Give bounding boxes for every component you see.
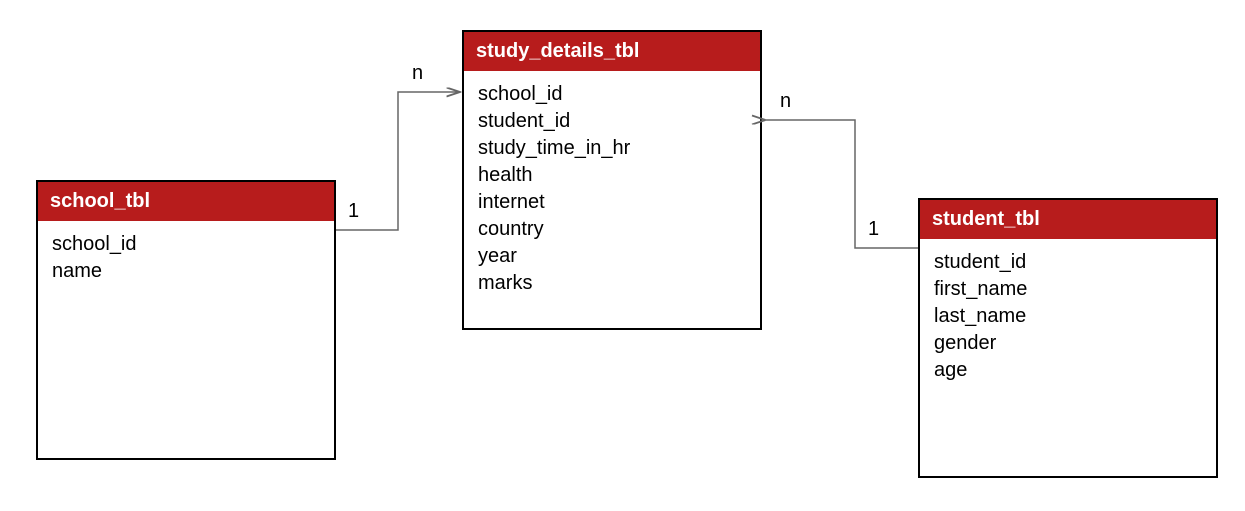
field: marks [478, 270, 746, 297]
entity-study-details-tbl: study_details_tbl school_id student_id s… [462, 30, 762, 330]
cardinality-label: n [412, 62, 423, 85]
entity-header: student_tbl [920, 200, 1216, 239]
field: student_id [934, 249, 1202, 276]
field: name [52, 258, 320, 285]
field: gender [934, 330, 1202, 357]
field: study_time_in_hr [478, 135, 746, 162]
field: age [934, 357, 1202, 384]
field: last_name [934, 303, 1202, 330]
entity-fields: school_id name [38, 221, 334, 295]
cardinality-label: 1 [868, 218, 879, 241]
field: school_id [52, 231, 320, 258]
field: country [478, 216, 746, 243]
cardinality-label: n [780, 90, 791, 113]
entity-header: study_details_tbl [464, 32, 760, 71]
entity-fields: school_id student_id study_time_in_hr he… [464, 71, 760, 307]
field: year [478, 243, 746, 270]
entity-school-tbl: school_tbl school_id name [36, 180, 336, 460]
field: first_name [934, 276, 1202, 303]
field: health [478, 162, 746, 189]
entity-student-tbl: student_tbl student_id first_name last_n… [918, 198, 1218, 478]
field: school_id [478, 81, 746, 108]
cardinality-label: 1 [348, 200, 359, 223]
entity-fields: student_id first_name last_name gender a… [920, 239, 1216, 394]
field: internet [478, 189, 746, 216]
field: student_id [478, 108, 746, 135]
entity-header: school_tbl [38, 182, 334, 221]
